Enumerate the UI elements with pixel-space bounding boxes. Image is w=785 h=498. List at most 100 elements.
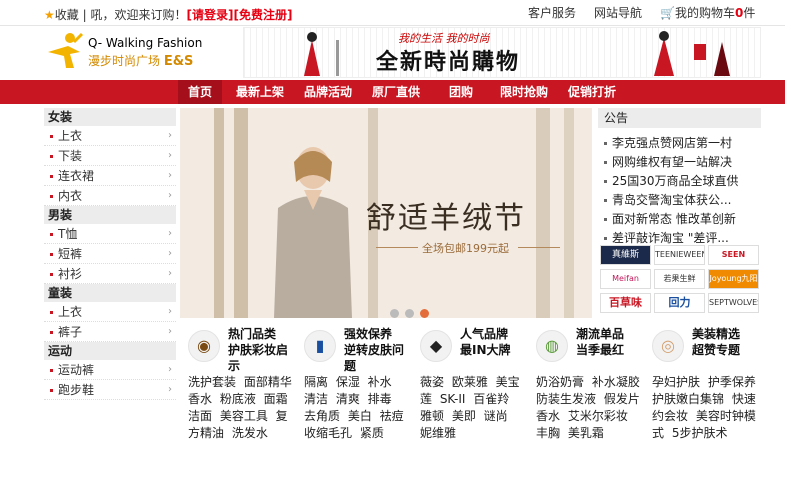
column-header[interactable]: ◍ 潮流单品 当季最红 bbox=[528, 322, 640, 372]
notice-panel: 公告 李克强点赞网店第一村 网购维权有望一站解决 25国30万商品全球直供 青岛… bbox=[598, 108, 761, 248]
column-header[interactable]: ◎ 美装精选 超赞专题 bbox=[644, 322, 762, 372]
register-link[interactable]: [免费注册] bbox=[233, 8, 292, 22]
fashion-figure-icon bbox=[304, 32, 339, 76]
login-link[interactable]: [请登录] bbox=[186, 8, 233, 22]
column-title: 强效保养 逆转皮肤问题 bbox=[344, 327, 405, 373]
carousel-dot[interactable] bbox=[390, 309, 399, 318]
category-item[interactable]: 上衣 › bbox=[44, 126, 176, 146]
column-header[interactable]: ◆ 人气品牌 最IN大牌 bbox=[412, 322, 524, 372]
category-head-men[interactable]: 男装 bbox=[44, 206, 176, 224]
logo-text-cn: 漫步时尚广场 E&S bbox=[88, 52, 193, 69]
category-sidebar: 女装 上衣 › 下装 › 连衣裙 › 内衣 › 男装 T恤 › 短裤 › 衬衫 › 童装 上衣… bbox=[44, 108, 176, 400]
brand-logo[interactable]: Meifan bbox=[600, 269, 651, 289]
category-label: 跑步鞋 bbox=[58, 383, 95, 397]
hero-title: 舒适羊绒节 bbox=[366, 201, 526, 236]
nav-discounts[interactable]: 促销打折 bbox=[562, 80, 622, 104]
category-item[interactable]: 衬衫 › bbox=[44, 264, 176, 284]
category-column-picks: ◎ 美装精选 超赞专题 孕妇护肤 护季保养 护肤嫩白集锦 快速约会妆 美容时钟模… bbox=[644, 322, 762, 442]
customer-service-link[interactable]: 客户服务 bbox=[528, 4, 576, 21]
column-links[interactable]: 薇姿 欧莱雅 美宝莲 SK-II 百雀羚 雅顿 美即 谜尚 妮维雅 bbox=[412, 372, 524, 442]
chevron-right-icon: › bbox=[168, 364, 172, 375]
column-links[interactable]: 孕妇护肤 护季保养 护肤嫩白集锦 快速约会妆 美容时钟模式 5步护肤术 bbox=[644, 372, 762, 442]
cart-link[interactable]: 🛒我的购物车0件 bbox=[660, 4, 755, 21]
category-item[interactable]: 短裤 › bbox=[44, 244, 176, 264]
nav-new-arrivals[interactable]: 最新上架 bbox=[230, 80, 290, 104]
category-head-women[interactable]: 女装 bbox=[44, 108, 176, 126]
category-item[interactable]: 内衣 › bbox=[44, 186, 176, 206]
notice-item[interactable]: 青岛交警淘宝体获公... bbox=[598, 191, 761, 210]
header-banner[interactable]: 我的生活 我的时尚 全新時尚購物 bbox=[243, 27, 761, 78]
brand-logo[interactable]: Joyoung九阳 bbox=[708, 269, 759, 289]
nav-flash-sale[interactable]: 限时抢购 bbox=[494, 80, 554, 104]
model-figure-icon bbox=[274, 147, 352, 318]
hero-divider bbox=[376, 247, 418, 248]
column-title: 潮流单品 当季最红 bbox=[576, 327, 625, 357]
category-item[interactable]: 连衣裙 › bbox=[44, 166, 176, 186]
star-icon: ★ bbox=[44, 8, 55, 22]
cart-prefix: 我的购物车 bbox=[674, 6, 735, 20]
notice-item[interactable]: 李克强点赞网店第一村 bbox=[598, 134, 761, 153]
column-header[interactable]: ◉ 热门品类 护肤彩妆启示 bbox=[180, 322, 292, 373]
chevron-right-icon: › bbox=[168, 150, 172, 161]
column-title: 人气品牌 最IN大牌 bbox=[460, 327, 511, 357]
column-title: 美装精选 超赞专题 bbox=[692, 327, 741, 357]
category-column-trend: ◍ 潮流单品 当季最红 奶浴奶膏 补水凝胶 防装生发液 假发片 香水 艾米尔彩妆… bbox=[528, 322, 640, 442]
category-label: 衬衫 bbox=[58, 267, 83, 281]
brand-logo[interactable]: SEPTWOLVES bbox=[708, 293, 759, 313]
brand-logo[interactable]: 真維斯 bbox=[600, 245, 651, 265]
column-links[interactable]: 奶浴奶膏 补水凝胶 防装生发液 假发片 香水 艾米尔彩妆 丰胸 美乳霜 bbox=[528, 372, 640, 442]
notice-text: 青岛交警淘宝体获公... bbox=[612, 193, 732, 207]
column-links[interactable]: 洗护套装 面部精华 香水 粉底液 面霜 洁面 美容工具 复方精油 洗发水 bbox=[180, 372, 292, 442]
tube-icon: ◍ bbox=[536, 330, 568, 362]
notice-item[interactable]: 网购维权有望一站解决 bbox=[598, 153, 761, 172]
chevron-right-icon: › bbox=[168, 228, 172, 239]
notice-item[interactable]: 面对新常态 惟改革创新 bbox=[598, 210, 761, 229]
brand-logo[interactable]: 百草味 bbox=[600, 293, 651, 313]
category-label: 连衣裙 bbox=[58, 169, 95, 183]
category-item[interactable]: 运动裤 › bbox=[44, 360, 176, 380]
notice-text: 李克强点赞网店第一村 bbox=[612, 136, 733, 150]
category-item[interactable]: 下装 › bbox=[44, 146, 176, 166]
logo-cn-name: 漫步时尚广场 bbox=[88, 54, 161, 68]
notice-text: 25国30万商品全球直供 bbox=[612, 174, 739, 188]
category-item[interactable]: 跑步鞋 › bbox=[44, 380, 176, 400]
birch-trunk bbox=[564, 108, 574, 318]
serum-bottle-icon: ▮ bbox=[304, 330, 336, 362]
chevron-right-icon: › bbox=[168, 170, 172, 181]
notice-item[interactable]: 25国30万商品全球直供 bbox=[598, 172, 761, 191]
brand-logo[interactable]: SEEN bbox=[708, 245, 759, 265]
notice-title: 公告 bbox=[598, 108, 761, 128]
nav-home[interactable]: 首页 bbox=[178, 80, 222, 104]
nav-factory-direct[interactable]: 原厂直供 bbox=[366, 80, 426, 104]
brand-logo[interactable]: TEENIEWEENIE bbox=[654, 245, 705, 265]
nav-brand-events[interactable]: 品牌活动 bbox=[298, 80, 358, 104]
hero-banner[interactable]: 舒适羊绒节 全场包邮199元起 bbox=[180, 108, 592, 318]
logo-text-en: Q- Walking Fashion bbox=[88, 36, 203, 50]
category-item[interactable]: 上衣 › bbox=[44, 302, 176, 322]
site-nav-link[interactable]: 网站导航 bbox=[594, 4, 642, 21]
chevron-right-icon: › bbox=[168, 130, 172, 141]
category-label: 下装 bbox=[58, 149, 83, 163]
category-column-care: ▮ 强效保养 逆转皮肤问题 隔离 保湿 补水 清洁 清爽 排毒 去角质 美白 祛… bbox=[296, 322, 408, 442]
nav-group-buy[interactable]: 团购 bbox=[436, 80, 486, 104]
compact-icon: ◆ bbox=[420, 330, 452, 362]
column-header[interactable]: ▮ 强效保养 逆转皮肤问题 bbox=[296, 322, 408, 373]
carousel-dot-active[interactable] bbox=[420, 309, 429, 318]
column-title: 热门品类 护肤彩妆启示 bbox=[228, 327, 289, 373]
brand-logo[interactable]: 回力 bbox=[654, 293, 705, 313]
category-item[interactable]: T恤 › bbox=[44, 224, 176, 244]
chevron-right-icon: › bbox=[168, 268, 172, 279]
carousel-dot[interactable] bbox=[405, 309, 414, 318]
category-label: 运动裤 bbox=[58, 363, 95, 377]
birch-trunk bbox=[536, 108, 550, 318]
column-links[interactable]: 隔离 保湿 补水 清洁 清爽 排毒 去角质 美白 祛痘 收缩毛孔 紧质 bbox=[296, 372, 408, 442]
birch-trunk bbox=[214, 108, 224, 318]
category-label: T恤 bbox=[58, 227, 78, 241]
category-head-kids[interactable]: 童装 bbox=[44, 284, 176, 302]
brand-logo[interactable]: 若果生鲜 bbox=[654, 269, 705, 289]
chevron-right-icon: › bbox=[168, 384, 172, 395]
category-item[interactable]: 裤子 › bbox=[44, 322, 176, 342]
category-head-sports[interactable]: 运动 bbox=[44, 342, 176, 360]
favorites-link[interactable]: 收藏 bbox=[55, 8, 79, 22]
notice-text: 面对新常态 惟改革创新 bbox=[612, 212, 736, 226]
